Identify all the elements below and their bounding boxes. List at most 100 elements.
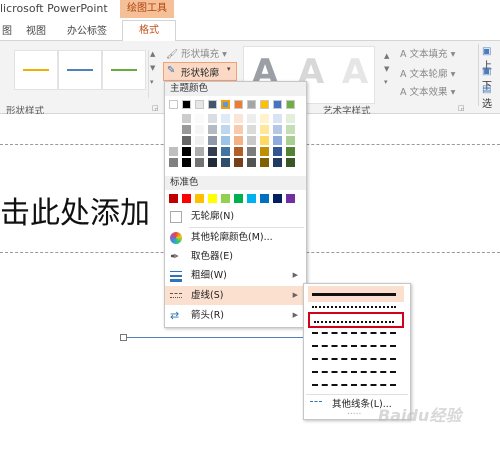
title-placeholder[interactable]: 击此处添加 [0,188,150,232]
theme-color-swatch[interactable] [195,100,204,109]
theme-color-swatch[interactable] [273,114,282,123]
arrows-item[interactable]: ⇄ 箭头(R) ▶ [165,306,304,325]
tab-partial[interactable]: 图 [2,22,12,37]
text-fill-button[interactable]: A 文本填充 ▾ [400,46,455,60]
theme-color-swatch[interactable] [286,147,295,156]
theme-color-swatch[interactable] [208,100,217,109]
wordart-style-3[interactable]: A [336,52,374,92]
standard-color-swatch[interactable] [247,194,256,203]
tab-format[interactable]: 格式 [122,20,176,42]
theme-color-swatch[interactable] [208,114,217,123]
shape-style-2[interactable] [58,50,102,90]
shape-style-3[interactable] [102,50,146,90]
standard-color-swatch[interactable] [286,194,295,203]
theme-color-swatch[interactable] [208,158,217,167]
eyedropper-item[interactable]: ✒ 取色器(E) [165,247,304,266]
standard-color-swatch[interactable] [195,194,204,203]
tab-office-tab[interactable]: 办公标签 [67,22,107,37]
theme-color-swatch[interactable] [273,100,282,109]
theme-color-swatch[interactable] [286,136,295,145]
theme-color-swatch[interactable] [247,147,256,156]
theme-color-swatch[interactable] [234,114,243,123]
text-effects-button[interactable]: A 文本效果 ▾ [400,84,455,98]
theme-color-swatch[interactable] [260,114,269,123]
theme-color-swatch[interactable] [234,136,243,145]
dashes-item[interactable]: 虚线(S) ▶ [165,286,304,305]
theme-color-swatch[interactable] [221,125,230,134]
theme-color-swatch[interactable] [247,125,256,134]
theme-color-swatch[interactable] [260,100,269,109]
selection-pane-button[interactable]: ▤选 [482,84,500,110]
theme-color-swatch[interactable] [273,147,282,156]
tab-view[interactable]: 视图 [26,22,46,37]
theme-color-swatch[interactable] [169,147,178,156]
text-effects-label: 文本效果 [409,87,448,98]
theme-color-swatch[interactable] [221,136,230,145]
more-outline-colors-item[interactable]: 其他轮廓颜色(M)... [165,228,304,247]
theme-color-swatch[interactable] [286,100,295,109]
theme-color-swatch[interactable] [195,147,204,156]
theme-color-swatch[interactable] [182,125,191,134]
wordart-gallery-scroll[interactable]: ▲ ▼ ▾ [384,52,392,96]
standard-color-swatch[interactable] [273,194,282,203]
theme-color-swatch[interactable] [195,114,204,123]
theme-color-swatch[interactable] [273,136,282,145]
theme-color-swatch[interactable] [247,114,256,123]
theme-color-swatch[interactable] [208,125,217,134]
theme-color-swatch[interactable] [286,158,295,167]
theme-color-swatch[interactable] [195,125,204,134]
standard-color-swatch[interactable] [234,194,243,203]
theme-color-swatch[interactable] [286,114,295,123]
theme-color-swatch[interactable] [260,125,269,134]
theme-color-swatch[interactable] [247,158,256,167]
theme-color-swatch[interactable] [208,147,217,156]
standard-color-swatch[interactable] [208,194,217,203]
theme-color-swatch[interactable] [286,125,295,134]
theme-color-swatch[interactable] [260,158,269,167]
theme-color-swatch[interactable] [221,114,230,123]
shape-outline-button[interactable]: ✎ 形状轮廓 ▾ [163,62,237,81]
theme-color-swatch[interactable] [221,147,230,156]
theme-color-swatch[interactable] [208,136,217,145]
standard-color-swatch[interactable] [260,194,269,203]
dialog-launcher-icon[interactable]: ◲ [152,104,159,112]
shape-fill-button[interactable]: 🖌 形状填充 ▾ [166,46,227,60]
theme-color-swatch[interactable] [247,136,256,145]
theme-color-swatch[interactable] [273,158,282,167]
standard-color-swatch[interactable] [182,194,191,203]
theme-color-swatch[interactable] [234,125,243,134]
theme-color-swatch[interactable] [234,147,243,156]
shape-style-1[interactable] [14,50,58,90]
style-gallery-scroll[interactable]: ▲ ▼ ▾ [148,50,159,98]
theme-color-swatch[interactable] [234,100,243,109]
theme-color-swatch[interactable] [182,100,191,109]
theme-color-swatch[interactable] [169,158,178,167]
text-outline-button[interactable]: A 文本轮廓 ▾ [400,66,455,80]
theme-color-swatch[interactable] [247,100,256,109]
theme-color-swatch[interactable] [273,125,282,134]
theme-color-swatch[interactable] [195,136,204,145]
theme-color-swatch[interactable] [195,158,204,167]
theme-color-swatch[interactable] [169,100,178,109]
theme-color-swatch[interactable] [182,136,191,145]
standard-color-swatch[interactable] [169,194,178,203]
theme-color-swatch[interactable] [182,147,191,156]
watermark: Baidu经验 [378,406,462,425]
weight-item[interactable]: 粗细(W) ▶ [165,266,304,285]
resize-handle[interactable] [120,334,127,341]
selected-line-shape[interactable] [123,337,305,338]
theme-color-swatch[interactable] [182,114,191,123]
theme-color-swatch[interactable] [169,136,178,145]
theme-color-swatch[interactable] [260,136,269,145]
theme-color-swatch[interactable] [169,125,178,134]
dialog-launcher-icon[interactable]: ◲ [458,104,465,112]
theme-color-swatch[interactable] [221,100,230,109]
theme-color-swatch[interactable] [234,158,243,167]
theme-color-swatch[interactable] [182,158,191,167]
theme-color-swatch[interactable] [221,158,230,167]
no-outline-item[interactable]: 无轮廓(N) [165,207,304,226]
theme-color-swatch[interactable] [260,147,269,156]
standard-color-swatch[interactable] [221,194,230,203]
dash-style-option-long-dash-dot-dot[interactable] [308,377,404,393]
theme-color-swatch[interactable] [169,114,178,123]
